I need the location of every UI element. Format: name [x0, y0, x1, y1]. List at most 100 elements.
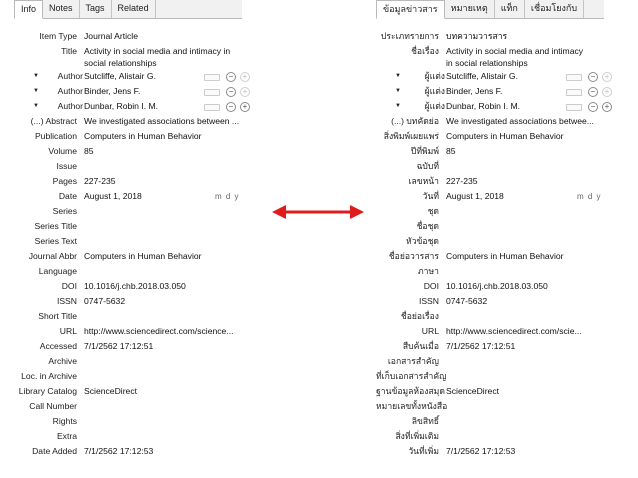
- name-mode-switch-icon[interactable]: [566, 103, 582, 111]
- field-loc-archive[interactable]: Loc. in Archive: [14, 369, 242, 384]
- field-date[interactable]: วันที่ August 1, 2018 m d y: [376, 189, 604, 204]
- field-url[interactable]: URL http://www.sciencedirect.com/scie...: [376, 324, 604, 339]
- field-author[interactable]: ▼ ผู้แต่ง Binder, Jens F. − +: [376, 84, 612, 99]
- abstract-value[interactable]: We investigated associations betwee...: [446, 114, 604, 129]
- name-mode-switch-icon[interactable]: [204, 73, 220, 81]
- field-series-title[interactable]: ชื่อชุด: [376, 219, 604, 234]
- plus-circle-icon[interactable]: +: [240, 72, 250, 82]
- field-url[interactable]: URL http://www.sciencedirect.com/science.…: [14, 324, 242, 339]
- minus-circle-icon[interactable]: −: [588, 87, 598, 97]
- publication-value[interactable]: Computers in Human Behavior: [84, 129, 242, 144]
- field-extra[interactable]: Extra: [14, 429, 242, 444]
- field-language[interactable]: Language: [14, 264, 242, 279]
- field-loc-archive[interactable]: ที่เก็บเอกสารสำคัญ: [376, 369, 604, 384]
- field-archive[interactable]: Archive: [14, 354, 242, 369]
- plus-circle-icon[interactable]: +: [602, 102, 612, 112]
- pages-value[interactable]: 227-235: [446, 174, 604, 189]
- tab-tags[interactable]: แท็ก: [495, 0, 525, 18]
- tab-related[interactable]: Related: [112, 0, 156, 18]
- field-issn[interactable]: ISSN 0747-5632: [376, 294, 604, 309]
- tab-tags[interactable]: Tags: [80, 0, 112, 18]
- tab-related[interactable]: เชื่อมโยงกับ: [525, 0, 585, 18]
- name-mode-switch-icon[interactable]: [566, 88, 582, 96]
- field-extra[interactable]: สิ่งที่เพิ่มเติม: [376, 429, 604, 444]
- field-label[interactable]: URL: [14, 324, 77, 339]
- field-short-title[interactable]: Short Title: [14, 309, 242, 324]
- field-author[interactable]: ▼ ผู้แต่ง Dunbar, Robin I. M. − +: [376, 99, 612, 114]
- minus-circle-icon[interactable]: −: [588, 72, 598, 82]
- abstract-value[interactable]: We investigated associations between ...: [84, 114, 242, 129]
- field-item-type[interactable]: ประเภทรายการ บทความวารสาร: [376, 29, 604, 44]
- field-accessed[interactable]: สืบค้นเมื่อ 7/1/2562 17:12:51: [376, 339, 604, 354]
- field-title[interactable]: ชื่อเรื่อง Activity in social media and i…: [376, 44, 604, 69]
- tab-info[interactable]: ข้อมูลข่าวสาร: [376, 0, 445, 19]
- field-library-catalog[interactable]: ฐานข้อมูลห้องสมุด ScienceDirect: [376, 384, 604, 399]
- minus-circle-icon[interactable]: −: [226, 102, 236, 112]
- field-date[interactable]: Date August 1, 2018 m d y: [14, 189, 242, 204]
- field-pages[interactable]: เลขหน้า 227-235: [376, 174, 604, 189]
- field-series-text[interactable]: หัวข้อชุด: [376, 234, 604, 249]
- plus-circle-icon[interactable]: +: [602, 87, 612, 97]
- tab-notes[interactable]: Notes: [43, 0, 80, 18]
- field-issn[interactable]: ISSN 0747-5632: [14, 294, 242, 309]
- field-series-title[interactable]: Series Title: [14, 219, 242, 234]
- field-language[interactable]: ภาษา: [376, 264, 604, 279]
- url-value[interactable]: http://www.sciencedirect.com/science...: [84, 324, 242, 339]
- plus-circle-icon[interactable]: +: [240, 87, 250, 97]
- field-issue[interactable]: Issue: [14, 159, 242, 174]
- field-label[interactable]: (...) Abstract: [14, 114, 77, 129]
- field-volume[interactable]: ปีที่พิมพ์ 85: [376, 144, 604, 159]
- field-author[interactable]: ▼ Author Dunbar, Robin I. M. − +: [14, 99, 250, 114]
- field-author[interactable]: ▼ Author Binder, Jens F. − +: [14, 84, 250, 99]
- field-abstract[interactable]: (...) Abstract We investigated associatio…: [14, 114, 242, 129]
- field-journal-abbr[interactable]: ชื่อย่อวารสาร Computers in Human Behavior: [376, 249, 604, 264]
- field-pages[interactable]: Pages 227-235: [14, 174, 242, 189]
- field-title[interactable]: Title Activity in social media and intima…: [14, 44, 242, 69]
- field-publication[interactable]: สิ่งพิมพ์เผยแพร่ Computers in Human Behav…: [376, 129, 604, 144]
- field-short-title[interactable]: ชื่อย่อเรื่อง: [376, 309, 604, 324]
- tab-info[interactable]: Info: [14, 0, 44, 19]
- name-mode-switch-icon[interactable]: [566, 73, 582, 81]
- field-call-number[interactable]: Call Number: [14, 399, 242, 414]
- field-item-type[interactable]: Item Type Journal Article: [14, 29, 242, 44]
- title-value[interactable]: Activity in social media and intimacy in…: [84, 45, 242, 69]
- field-publication[interactable]: Publication Computers in Human Behavior: [14, 129, 242, 144]
- field-call-number[interactable]: หมายเลขทั้งหนังสือ: [376, 399, 604, 414]
- journal-abbr-value[interactable]: Computers in Human Behavior: [446, 249, 604, 264]
- field-series[interactable]: Series: [14, 204, 242, 219]
- doi-value[interactable]: 10.1016/j.chb.2018.03.050: [84, 279, 242, 294]
- tab-notes[interactable]: หมายเหตุ: [445, 0, 495, 18]
- name-mode-switch-icon[interactable]: [204, 103, 220, 111]
- volume-value[interactable]: 85: [84, 144, 242, 159]
- pages-value[interactable]: 227-235: [84, 174, 242, 189]
- doi-value[interactable]: 10.1016/j.chb.2018.03.050: [446, 279, 604, 294]
- title-value[interactable]: Activity in social media and intimacy in …: [446, 45, 604, 69]
- accessed-value[interactable]: 7/1/2562 17:12:51: [446, 339, 604, 354]
- field-label[interactable]: URL: [376, 324, 439, 339]
- field-abstract[interactable]: (...) บทคัดย่อ We investigated associatio…: [376, 114, 604, 129]
- field-author[interactable]: ▼ ผู้แต่ง Sutcliffe, Alistair G. − +: [376, 69, 612, 84]
- item-type-value[interactable]: บทความวารสาร: [446, 29, 604, 44]
- plus-circle-icon[interactable]: +: [240, 102, 250, 112]
- minus-circle-icon[interactable]: −: [588, 102, 598, 112]
- field-author[interactable]: ▼ Author Sutcliffe, Alistair G. − +: [14, 69, 250, 84]
- issn-value[interactable]: 0747-5632: [84, 294, 242, 309]
- item-type-value[interactable]: Journal Article: [84, 29, 242, 44]
- library-catalog-value[interactable]: ScienceDirect: [84, 384, 242, 399]
- field-library-catalog[interactable]: Library Catalog ScienceDirect: [14, 384, 242, 399]
- field-archive[interactable]: เอกสารสำคัญ: [376, 354, 604, 369]
- issn-value[interactable]: 0747-5632: [446, 294, 604, 309]
- field-doi[interactable]: DOI 10.1016/j.chb.2018.03.050: [14, 279, 242, 294]
- plus-circle-icon[interactable]: +: [602, 72, 612, 82]
- url-value[interactable]: http://www.sciencedirect.com/scie...: [446, 324, 604, 339]
- field-series[interactable]: ชุด: [376, 204, 604, 219]
- minus-circle-icon[interactable]: −: [226, 72, 236, 82]
- minus-circle-icon[interactable]: −: [226, 87, 236, 97]
- field-doi[interactable]: DOI 10.1016/j.chb.2018.03.050: [376, 279, 604, 294]
- field-rights[interactable]: Rights: [14, 414, 242, 429]
- journal-abbr-value[interactable]: Computers in Human Behavior: [84, 249, 242, 264]
- library-catalog-value[interactable]: ScienceDirect: [446, 384, 604, 399]
- field-journal-abbr[interactable]: Journal Abbr Computers in Human Behavior: [14, 249, 242, 264]
- field-label[interactable]: (...) บทคัดย่อ: [376, 114, 439, 129]
- field-issue[interactable]: ฉบับที่: [376, 159, 604, 174]
